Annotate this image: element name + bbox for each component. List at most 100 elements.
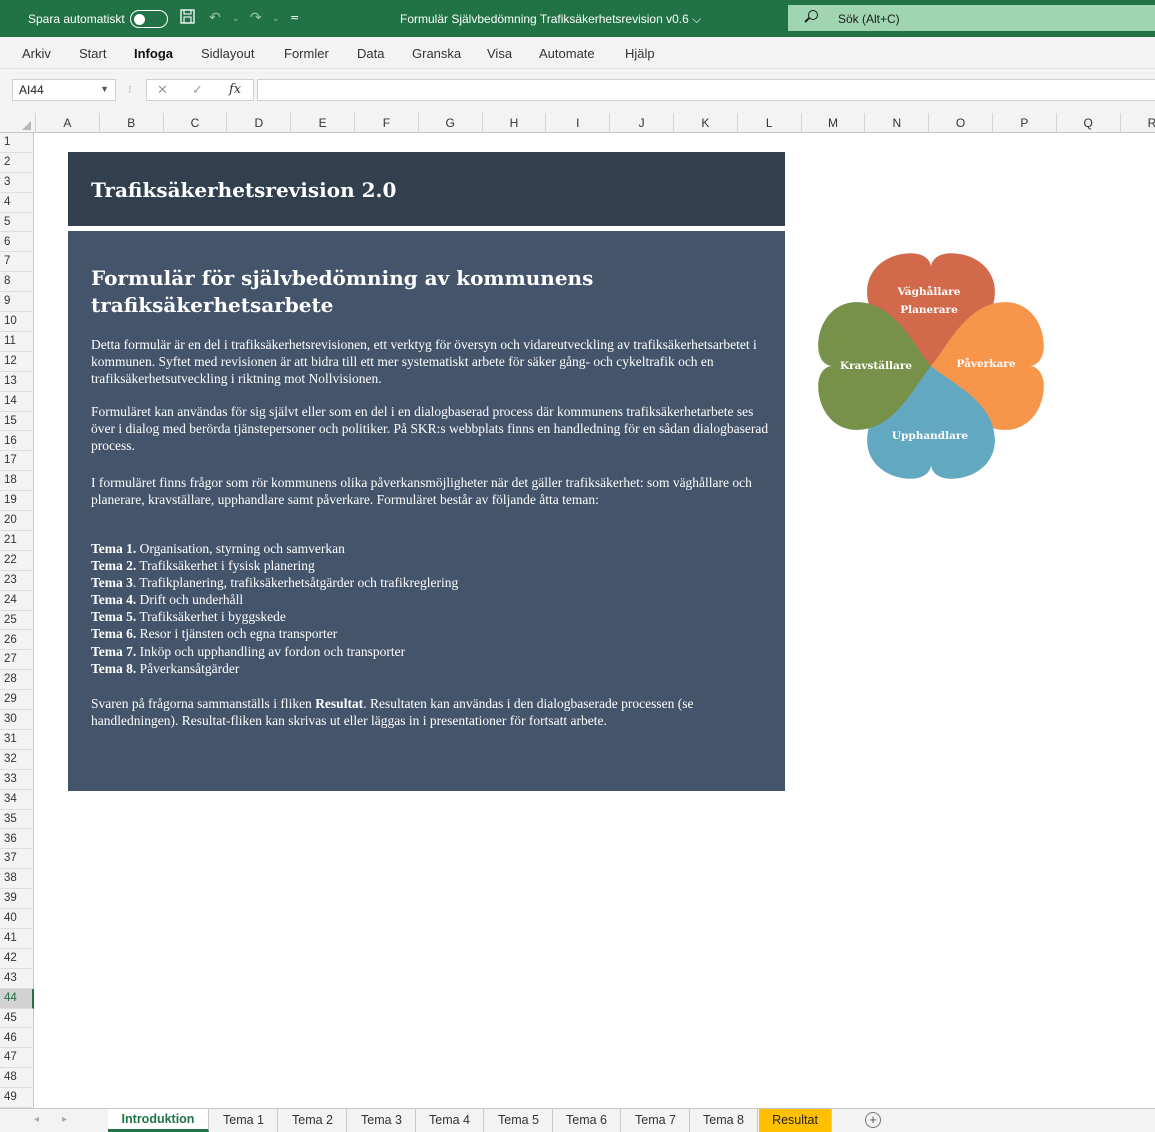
row-header-47[interactable]: 47 [0, 1048, 34, 1069]
row-header-5[interactable]: 5 [0, 213, 34, 233]
ribbon-tab-automate[interactable]: Automate [539, 46, 595, 61]
column-header-h[interactable]: H [481, 113, 546, 133]
redo-dropdown-icon[interactable]: ⌄ [272, 13, 280, 24]
row-header-32[interactable]: 32 [0, 750, 34, 770]
row-header-8[interactable]: 8 [0, 272, 34, 293]
column-header-n[interactable]: N [864, 113, 928, 133]
customize-qat-icon[interactable]: ≂ [290, 11, 299, 24]
ribbon-tab-granska[interactable]: Granska [412, 46, 461, 61]
column-header-a[interactable]: A [35, 113, 99, 133]
ribbon-tab-data[interactable]: Data [357, 46, 384, 61]
sheet-tab-tema-4[interactable]: Tema 4 [416, 1109, 484, 1132]
row-header-44[interactable]: 44 [0, 988, 34, 1009]
row-header-37[interactable]: 37 [0, 849, 34, 870]
sheet-tab-tema-7[interactable]: Tema 7 [622, 1109, 690, 1132]
column-header-m[interactable]: M [800, 113, 865, 133]
row-header-24[interactable]: 24 [0, 591, 34, 611]
row-header-11[interactable]: 11 [0, 332, 34, 352]
row-header-43[interactable]: 43 [0, 969, 34, 989]
row-header-26[interactable]: 26 [0, 631, 34, 651]
row-header-42[interactable]: 42 [0, 949, 34, 969]
row-header-23[interactable]: 23 [0, 571, 34, 591]
chevron-down-icon[interactable]: ▼ [100, 84, 109, 94]
row-header-31[interactable]: 31 [0, 730, 34, 750]
row-header-33[interactable]: 33 [0, 770, 34, 790]
row-header-22[interactable]: 22 [0, 551, 34, 571]
formula-input[interactable] [257, 79, 1155, 101]
search-box[interactable]: Sök (Alt+C) [788, 5, 1155, 31]
column-header-d[interactable]: D [226, 113, 290, 133]
sheet-tab-tema-3[interactable]: Tema 3 [348, 1109, 416, 1132]
row-header-20[interactable]: 20 [0, 511, 34, 531]
row-header-9[interactable]: 9 [0, 292, 34, 313]
row-header-38[interactable]: 38 [0, 869, 34, 890]
row-header-19[interactable]: 19 [0, 491, 34, 512]
row-header-15[interactable]: 15 [0, 412, 34, 432]
next-sheet-icon[interactable]: ▸ [62, 1114, 67, 1125]
ribbon-tab-arkiv[interactable]: Arkiv [22, 46, 51, 61]
name-box[interactable]: AI44 ▼ [12, 79, 116, 101]
row-header-1[interactable]: 1 [0, 133, 34, 153]
row-header-16[interactable]: 16 [0, 432, 34, 452]
row-header-36[interactable]: 36 [0, 830, 34, 850]
row-header-10[interactable]: 10 [0, 312, 34, 332]
sheet-tab-tema-2[interactable]: Tema 2 [279, 1109, 347, 1132]
column-header-f[interactable]: F [354, 113, 418, 133]
row-header-40[interactable]: 40 [0, 909, 34, 929]
row-header-30[interactable]: 30 [0, 710, 34, 730]
ribbon-tab-sidlayout[interactable]: Sidlayout [201, 46, 254, 61]
ribbon-tab-visa[interactable]: Visa [487, 46, 512, 61]
row-header-27[interactable]: 27 [0, 650, 34, 671]
row-header-35[interactable]: 35 [0, 810, 34, 830]
column-header-c[interactable]: C [162, 113, 227, 133]
redo-icon[interactable]: ↷ [250, 9, 262, 26]
insert-function-icon[interactable]: fx [229, 82, 241, 97]
prev-sheet-icon[interactable]: ◂ [34, 1114, 39, 1125]
undo-icon[interactable]: ↶ [209, 9, 221, 26]
ribbon-tab-hjälp[interactable]: Hjälp [625, 46, 655, 61]
ribbon-tab-formler[interactable]: Formler [284, 46, 329, 61]
sheet-tab-tema-1[interactable]: Tema 1 [210, 1109, 278, 1132]
row-header-41[interactable]: 41 [0, 929, 34, 949]
column-header-k[interactable]: K [673, 113, 737, 133]
row-header-29[interactable]: 29 [0, 690, 34, 711]
sheet-tab-introduktion[interactable]: Introduktion [108, 1109, 209, 1132]
row-header-3[interactable]: 3 [0, 173, 34, 193]
row-header-39[interactable]: 39 [0, 889, 34, 910]
cancel-icon[interactable]: ✕ [157, 82, 168, 98]
sheet-tab-tema-8[interactable]: Tema 8 [690, 1109, 758, 1132]
row-header-46[interactable]: 46 [0, 1029, 34, 1049]
column-header-o[interactable]: O [928, 113, 992, 133]
row-header-4[interactable]: 4 [0, 193, 34, 213]
column-header-p[interactable]: P [992, 113, 1056, 133]
row-header-34[interactable]: 34 [0, 790, 34, 810]
ribbon-tab-start[interactable]: Start [79, 46, 106, 61]
sheet-tab-tema-6[interactable]: Tema 6 [553, 1109, 621, 1132]
enter-icon[interactable]: ✓ [192, 82, 203, 98]
row-header-2[interactable]: 2 [0, 153, 34, 173]
sheet-tab-tema-5[interactable]: Tema 5 [485, 1109, 553, 1132]
column-header-j[interactable]: J [609, 113, 673, 133]
row-header-18[interactable]: 18 [0, 471, 34, 492]
sheet-tab-resultat[interactable]: Resultat [759, 1109, 832, 1132]
row-header-13[interactable]: 13 [0, 372, 34, 392]
column-header-e[interactable]: E [290, 113, 354, 133]
row-header-28[interactable]: 28 [0, 670, 34, 691]
row-header-21[interactable]: 21 [0, 531, 34, 551]
formula-bar-grip[interactable]: ⁝ [128, 83, 132, 96]
column-header-q[interactable]: Q [1055, 113, 1120, 133]
autosave-toggle[interactable] [130, 10, 168, 28]
column-header-g[interactable]: G [417, 113, 482, 133]
undo-dropdown-icon[interactable]: ⌄ [232, 13, 240, 24]
row-header-17[interactable]: 17 [0, 451, 34, 472]
row-header-45[interactable]: 45 [0, 1009, 34, 1029]
row-header-25[interactable]: 25 [0, 611, 34, 631]
select-all-button[interactable] [0, 113, 34, 133]
ribbon-tab-infoga[interactable]: Infoga [134, 46, 173, 61]
save-icon[interactable] [180, 9, 195, 27]
document-title[interactable]: Formulär Självbedömning Trafiksäkerhetsr… [400, 12, 701, 27]
row-header-48[interactable]: 48 [0, 1068, 34, 1089]
add-sheet-button[interactable]: + [865, 1112, 881, 1128]
row-header-6[interactable]: 6 [0, 233, 34, 253]
row-header-12[interactable]: 12 [0, 352, 34, 372]
